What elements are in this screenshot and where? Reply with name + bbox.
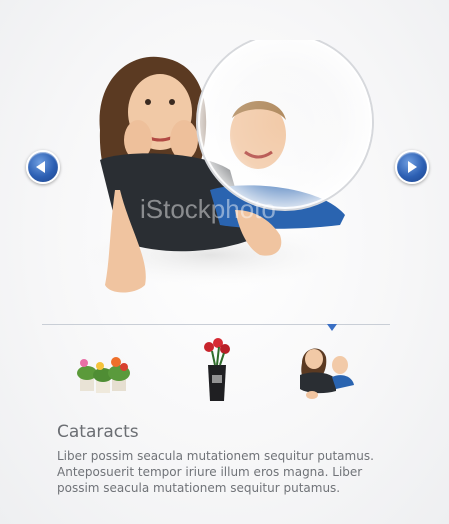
previous-slide-button[interactable]	[26, 150, 60, 184]
selected-thumbnail-indicator	[327, 324, 337, 331]
chevron-right-icon	[408, 161, 417, 173]
hero-image: iStockphoto	[60, 40, 390, 310]
next-slide-button[interactable]	[395, 150, 429, 184]
thumbnail-strip	[42, 324, 390, 405]
slider-stage: iStockphoto Cataracts Liber possim seacu…	[0, 0, 449, 524]
slide-caption-text: Liber possim seacula mutationem sequitur…	[57, 449, 374, 495]
slide-caption-title: Cataracts	[57, 422, 139, 442]
thumbnail-red-flowers-vase[interactable]	[182, 335, 252, 405]
chevron-left-icon	[36, 161, 45, 173]
photo-watermark: iStockphoto	[140, 194, 276, 224]
thumbnail-kids-portrait[interactable]	[292, 335, 362, 405]
thumbnail-flower-pots[interactable]	[72, 335, 142, 405]
